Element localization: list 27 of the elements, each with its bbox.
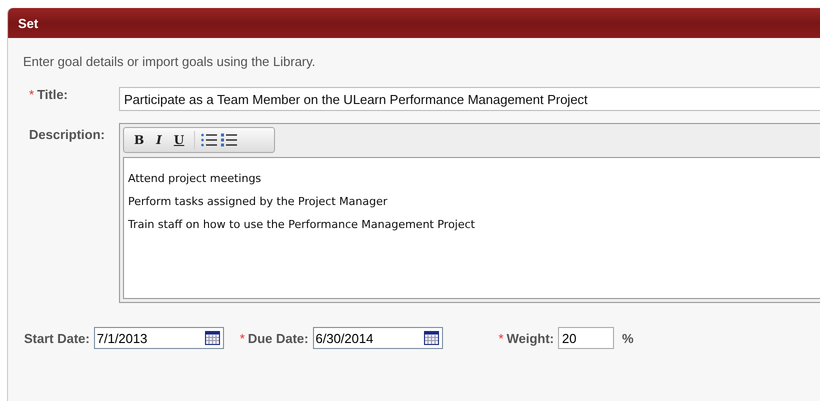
required-mark: * xyxy=(498,330,504,346)
required-mark: * xyxy=(240,330,245,346)
calendar-icon[interactable] xyxy=(424,331,438,345)
description-line: Train staff on how to use the Performance Management Project xyxy=(128,218,476,231)
unit-label: % xyxy=(622,330,634,346)
title-field[interactable]: Participate as a Team Member on the ULearn Performance Management Project xyxy=(119,87,820,111)
required-mark: * xyxy=(29,87,34,102)
bold-button[interactable]: B xyxy=(130,133,148,147)
italic-button[interactable]: I xyxy=(152,133,166,147)
description-line: Perform tasks assigned by the Project Manager xyxy=(128,195,388,208)
panel-header: Set xyxy=(8,8,820,38)
calendar-icon[interactable] xyxy=(204,331,220,345)
weight-field[interactable]: 20 xyxy=(558,327,614,349)
description-label: Description: xyxy=(29,127,105,142)
date-field[interactable]: 7/1/2013 xyxy=(94,327,224,349)
date-field[interactable]: 6/30/2014 xyxy=(312,327,442,349)
description-text-area[interactable]: Attend project meetings Perform tasks assigned by the Project Manager Train staff on how to use the Performance Management Project xyxy=(123,157,820,299)
field-label: Weight: xyxy=(506,330,554,346)
description-editor[interactable]: B I U Attend project meetings Perform tasks assigned by the Project Manager Train staff on how to use the Performance Management Project xyxy=(119,123,820,303)
field-label: Start Date: xyxy=(24,330,90,346)
intro-text: Enter goal details or import goals using the Library. xyxy=(23,54,316,69)
numbered-list-icon[interactable] xyxy=(221,133,238,147)
field-label: Due Date: xyxy=(248,330,308,346)
underline-button[interactable]: U xyxy=(170,133,188,147)
bullet-list-icon[interactable] xyxy=(201,133,218,147)
title-label: Title: xyxy=(37,87,68,102)
description-line: Attend project meetings xyxy=(128,172,262,185)
